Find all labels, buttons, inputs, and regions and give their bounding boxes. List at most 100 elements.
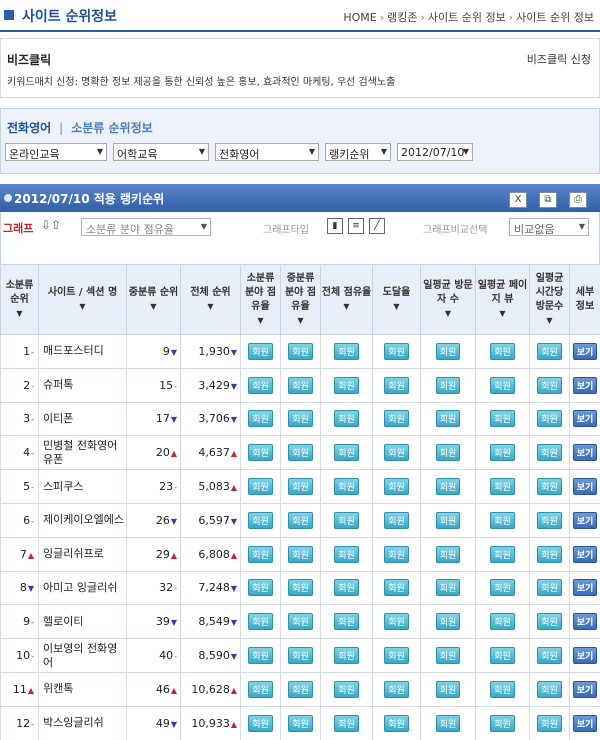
member-badge[interactable]: 회원 <box>248 545 273 563</box>
member-badge[interactable]: 회원 <box>490 647 515 665</box>
member-badge[interactable]: 회원 <box>248 579 273 597</box>
view-detail-button[interactable]: 보기 <box>572 444 598 462</box>
compare-select[interactable]: 비교없음 ▼ <box>509 218 589 236</box>
member-badge[interactable]: 회원 <box>490 478 515 496</box>
select-date[interactable]: 2012/07/10 ▼ <box>397 143 473 161</box>
select-category-1[interactable]: 온라인교육 ▼ <box>5 143 107 161</box>
site-name-link[interactable]: 매드포스터디 <box>43 344 104 357</box>
member-badge[interactable]: 회원 <box>537 511 562 529</box>
view-detail-button[interactable]: 보기 <box>572 511 598 529</box>
member-badge[interactable]: 회원 <box>537 444 562 462</box>
member-badge[interactable]: 회원 <box>288 478 313 496</box>
member-badge[interactable]: 회원 <box>435 714 461 732</box>
member-badge[interactable]: 회원 <box>248 342 273 360</box>
member-badge[interactable]: 회원 <box>537 680 562 698</box>
member-badge[interactable]: 회원 <box>384 680 409 698</box>
th-mid-rank[interactable]: 중분류 순위 ▼ <box>126 264 181 335</box>
member-badge[interactable]: 회원 <box>288 613 313 631</box>
member-badge[interactable]: 회원 <box>435 680 461 698</box>
member-badge[interactable]: 회원 <box>435 478 461 496</box>
th-total-rank[interactable]: 전체 순위 ▼ <box>180 264 241 335</box>
view-detail-button[interactable]: 보기 <box>572 647 598 665</box>
copy-icon[interactable]: ⧉ <box>539 192 557 208</box>
member-badge[interactable]: 회원 <box>288 444 313 462</box>
th-daily-visitors[interactable]: 일평균 방문자 수 ▼ <box>420 264 476 335</box>
view-detail-button[interactable]: 보기 <box>572 545 598 563</box>
member-badge[interactable]: 회원 <box>435 342 461 360</box>
th-total-share[interactable]: 전체 점유율 ▼ <box>320 264 373 335</box>
member-badge[interactable]: 회원 <box>384 478 409 496</box>
th-hourly-visits[interactable]: 일평균 시간당 방문수 ▼ <box>529 264 570 335</box>
tab-phone-english[interactable]: 전화영어 <box>7 121 51 135</box>
member-badge[interactable]: 회원 <box>490 410 515 428</box>
view-detail-button[interactable]: 보기 <box>572 714 598 732</box>
graph-metric-select[interactable]: 소분류 분야 점유율 ▼ <box>81 218 211 236</box>
site-name-link[interactable]: 헬로이티 <box>43 615 83 628</box>
member-badge[interactable]: 회원 <box>537 545 562 563</box>
member-badge[interactable]: 회원 <box>248 647 273 665</box>
view-detail-button[interactable]: 보기 <box>572 579 598 597</box>
site-name-link[interactable]: 슈퍼톡 <box>43 378 73 391</box>
member-badge[interactable]: 회원 <box>435 511 461 529</box>
member-badge[interactable]: 회원 <box>537 478 562 496</box>
member-badge[interactable]: 회원 <box>334 511 359 529</box>
member-badge[interactable]: 회원 <box>384 342 409 360</box>
view-detail-button[interactable]: 보기 <box>572 613 598 631</box>
member-badge[interactable]: 회원 <box>334 579 359 597</box>
member-badge[interactable]: 회원 <box>384 613 409 631</box>
member-badge[interactable]: 회원 <box>288 342 313 360</box>
table-chart-icon[interactable]: ≡ <box>348 218 364 234</box>
excel-icon[interactable]: X <box>509 192 527 208</box>
select-category-3[interactable]: 전화영어 ▼ <box>215 143 319 161</box>
member-badge[interactable]: 회원 <box>537 613 562 631</box>
member-badge[interactable]: 회원 <box>435 444 461 462</box>
member-badge[interactable]: 회원 <box>435 410 461 428</box>
tab-subcategory-rank[interactable]: 소분류 순위정보 <box>71 121 152 135</box>
breadcrumb-home[interactable]: HOME <box>343 11 376 24</box>
th-mid-share[interactable]: 중분류 분야 점유율 ▼ <box>280 264 321 335</box>
select-category-2[interactable]: 어학교육 ▼ <box>113 143 209 161</box>
member-badge[interactable]: 회원 <box>490 444 515 462</box>
member-badge[interactable]: 회원 <box>384 410 409 428</box>
member-badge[interactable]: 회원 <box>288 410 313 428</box>
member-badge[interactable]: 회원 <box>288 647 313 665</box>
th-rank[interactable]: 소분류 순위 ▼ <box>0 264 39 335</box>
member-badge[interactable]: 회원 <box>537 579 562 597</box>
member-badge[interactable]: 회원 <box>490 511 515 529</box>
member-badge[interactable]: 회원 <box>334 680 359 698</box>
member-badge[interactable]: 회원 <box>288 579 313 597</box>
site-name-link[interactable]: 제이케이오엘에스 <box>43 513 124 526</box>
select-rank-type[interactable]: 랭키순위 ▼ <box>325 143 391 161</box>
member-badge[interactable]: 회원 <box>384 545 409 563</box>
member-badge[interactable]: 회원 <box>384 511 409 529</box>
member-badge[interactable]: 회원 <box>435 613 461 631</box>
th-daily-pageviews[interactable]: 일평균 페이지 뷰 ▼ <box>475 264 530 335</box>
view-detail-button[interactable]: 보기 <box>572 478 598 496</box>
site-name-link[interactable]: 이티폰 <box>43 412 73 425</box>
view-detail-button[interactable]: 보기 <box>572 376 598 394</box>
member-badge[interactable]: 회원 <box>334 444 359 462</box>
member-badge[interactable]: 회원 <box>334 545 359 563</box>
member-badge[interactable]: 회원 <box>537 376 562 394</box>
member-badge[interactable]: 회원 <box>435 579 461 597</box>
member-badge[interactable]: 회원 <box>490 342 515 360</box>
member-badge[interactable]: 회원 <box>288 545 313 563</box>
member-badge[interactable]: 회원 <box>537 647 562 665</box>
member-badge[interactable]: 회원 <box>288 714 313 732</box>
bizclick-apply-link[interactable]: 비즈클릭 신청 <box>527 51 591 67</box>
member-badge[interactable]: 회원 <box>334 342 359 360</box>
member-badge[interactable]: 회원 <box>248 376 273 394</box>
member-badge[interactable]: 회원 <box>248 613 273 631</box>
site-name-link[interactable]: 이보영의 전화영어 <box>43 642 117 669</box>
member-badge[interactable]: 회원 <box>248 714 273 732</box>
site-name-link[interactable]: 스피쿠스 <box>43 480 83 493</box>
member-badge[interactable]: 회원 <box>435 647 461 665</box>
line-chart-icon[interactable]: ╱ <box>369 218 385 234</box>
member-badge[interactable]: 회원 <box>537 410 562 428</box>
site-name-link[interactable]: 아미고 잉글리쉬 <box>43 581 117 594</box>
member-badge[interactable]: 회원 <box>490 613 515 631</box>
bar-chart-icon[interactable]: ▮ <box>327 218 343 234</box>
member-badge[interactable]: 회원 <box>248 511 273 529</box>
member-badge[interactable]: 회원 <box>288 376 313 394</box>
member-badge[interactable]: 회원 <box>384 714 409 732</box>
